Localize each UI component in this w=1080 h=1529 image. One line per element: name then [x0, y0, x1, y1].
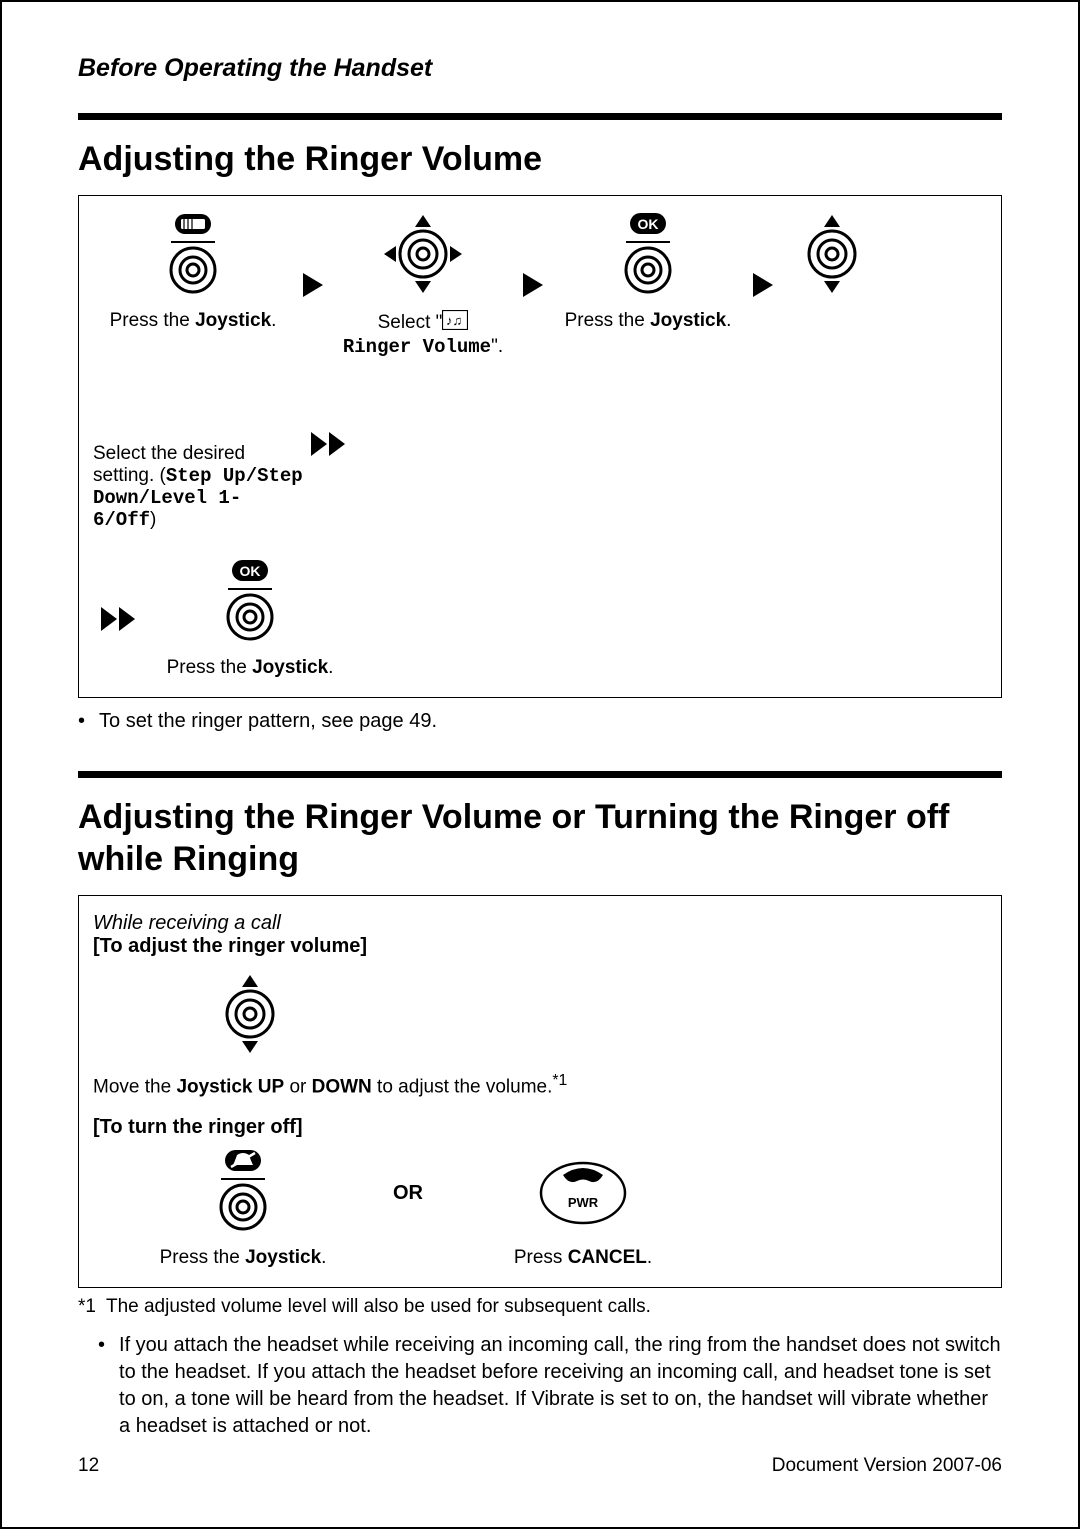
joystick-updown-icon: [795, 212, 869, 302]
procedure-box-2: While receiving a call [To adjust the ri…: [78, 895, 1002, 1288]
page-number: 12: [78, 1455, 99, 1477]
arrow-icon: [513, 266, 553, 304]
step1-caption: Press the Joystick.: [93, 310, 293, 332]
double-arrow-icon: [303, 425, 355, 463]
step5-caption: Press the Joystick.: [145, 657, 355, 679]
mute-joystick-icon: [201, 1149, 285, 1239]
while-receiving-label: While receiving a call: [93, 912, 987, 935]
svg-text:OK: OK: [240, 563, 261, 579]
adjust-volume-label: [To adjust the ringer volume]: [93, 935, 987, 958]
svg-text:OK: OK: [638, 216, 659, 232]
step2-caption: Select "♪♫ Ringer Volume".: [333, 310, 513, 358]
doc-version: Document Version 2007-06: [772, 1455, 1002, 1477]
arrow-icon: [293, 266, 333, 304]
page-header: Before Operating the Handset: [78, 54, 1002, 113]
section-divider: [78, 113, 1002, 120]
music-icon: ♪♫: [442, 310, 468, 336]
turn-off-label: [To turn the ringer off]: [93, 1116, 987, 1139]
cancel-pwr-key-icon: PWR: [533, 1149, 633, 1239]
or-label: OR: [393, 1182, 453, 1235]
joystick-4way-icon: [381, 212, 465, 302]
step3-caption: Press the Joystick.: [553, 310, 743, 332]
ok-joystick-icon: OK: [606, 212, 690, 302]
section-divider: [78, 771, 1002, 778]
footnote-1: *1 The adjusted volume level will also b…: [78, 1296, 1002, 1318]
joystick-updown-icon: [213, 972, 287, 1062]
press-joystick-caption: Press the Joystick.: [93, 1247, 393, 1269]
press-cancel-caption: Press CANCEL.: [453, 1247, 713, 1269]
move-joystick-caption: Move the Joystick UP or DOWN to adjust t…: [93, 1072, 987, 1098]
section2-bullet: • If you attach the headset while receiv…: [78, 1332, 1002, 1440]
page-footer: 12 Document Version 2007-06: [78, 1455, 1002, 1477]
page: Before Operating the Handset Adjusting t…: [0, 0, 1080, 1529]
section1-title: Adjusting the Ringer Volume: [78, 138, 1002, 181]
svg-text:PWR: PWR: [568, 1195, 599, 1210]
svg-text:♪♫: ♪♫: [446, 313, 462, 328]
double-arrow-icon: [93, 600, 145, 638]
arrow-icon: [743, 266, 783, 304]
procedure-box-1: Press the Joystick.: [78, 195, 1002, 698]
step4-caption: Select the desired setting. (Step Up/Ste…: [93, 443, 303, 531]
section1-bullet: • To set the ringer pattern, see page 49…: [78, 708, 1002, 735]
ok-joystick-icon: OK: [208, 559, 292, 649]
section2-title: Adjusting the Ringer Volume or Turning t…: [78, 796, 1002, 881]
display-joystick-icon: [151, 212, 235, 302]
